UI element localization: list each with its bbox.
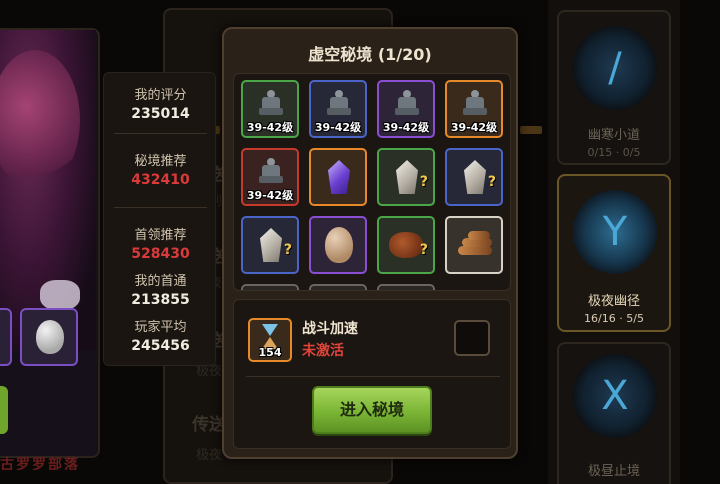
player-average-score: 玩家平均 245456 [104,319,217,355]
portal-progress-b: 0/5 [622,146,641,159]
statue-icon [259,158,283,184]
hero-green-button[interactable] [0,386,8,434]
score-stats-panel: 我的评分 235014 秘境推荐 432410 首领推荐 528430 我的首通… [103,72,216,366]
item-level: 39-42级 [382,121,430,134]
boost-status: 未激活 [302,343,344,359]
egg-icon [36,320,64,354]
portal-name: 幽寒小道 [587,128,640,143]
divider [114,133,207,134]
hero-item-slot[interactable] [0,308,12,366]
recommended-label: 秘境推荐 [134,154,187,169]
item-level: 39-42级 [314,121,362,134]
item-level: 39-42级 [450,121,498,134]
boss-recommended-value: 528430 [131,246,190,262]
my-first-clear-score: 我的首通 213855 [104,273,217,309]
egg-icon [325,227,353,263]
my-score: 我的评分 235014 [104,87,217,123]
portal-card[interactable]: X 极昼止境 [557,342,671,484]
reward-item[interactable]: 39-42级 [445,80,503,138]
boss-recommended-label: 首领推荐 [134,228,187,243]
reward-item[interactable]: 39-42级 [309,80,367,138]
divider [114,207,207,208]
statue-icon [463,90,487,116]
divider [246,376,500,377]
question-mark-icon: ? [419,174,428,190]
portal-card[interactable]: / 幽寒小道 0/15 · 0/5 [557,10,671,165]
player-average-label: 玩家平均 [134,320,187,335]
hero-caption: 古罗罗部落 [0,457,80,470]
question-mark-icon: ? [283,242,292,258]
hero-egg-slot[interactable] [20,308,78,366]
portal-card-selected[interactable]: Y 极夜幽径 16/16 · 5/5 [557,174,671,332]
boost-item-slot[interactable]: 154 [248,318,292,362]
portal-rune-icon: Y [602,209,628,255]
reward-item[interactable]: ? [445,148,503,206]
question-mark-icon: ? [487,174,496,190]
hero-hair [0,50,80,190]
portal-rune-icon: X [601,373,629,419]
reward-item[interactable]: ? [377,216,435,274]
recommended-score: 秘境推荐 432410 [104,153,217,189]
my-score-label: 我的评分 [134,88,187,103]
portal-progress-a: 0/15 [587,146,613,159]
boost-title: 战斗加速 [302,321,358,337]
question-mark-icon: ? [419,242,428,258]
portal-progress: 0/15 · 0/5 [587,146,641,159]
reward-item[interactable] [309,148,367,206]
my-first-clear-label: 我的首通 [134,274,187,289]
silver-crystal-icon [464,160,486,194]
reward-item[interactable]: 39-42级 [241,148,299,206]
reward-grid[interactable]: 39-42级 39-42级 39-42级 39-42级 39-42级 ? ? ?… [233,73,511,291]
violet-crystal-icon [328,160,350,194]
reward-item[interactable] [309,216,367,274]
my-first-clear-value: 213855 [131,292,190,308]
statue-icon [327,90,351,116]
statue-icon [395,90,419,116]
reward-item[interactable] [241,284,299,290]
portal-name: 极昼止境 [587,464,640,479]
silver-crystal-icon [260,228,282,262]
reward-item[interactable] [445,216,503,274]
recommended-value: 432410 [131,172,190,188]
statue-icon [259,90,283,116]
reward-item[interactable]: 39-42级 [241,80,299,138]
player-average-value: 245456 [131,338,190,354]
reward-item[interactable] [309,284,367,290]
reward-item[interactable]: 39-42级 [377,80,435,138]
hero-hand [40,280,80,310]
boost-count: 154 [258,346,282,359]
portal-rune-icon: / [608,45,622,91]
enter-realm-button[interactable]: 进入秘境 [312,386,432,434]
void-realm-dialog: 虚空秘境 (1/20) 39-42级 39-42级 39-42级 39-42级 … [222,27,518,459]
item-level: 39-42级 [246,121,294,134]
portal-progress-a: 16/16 [584,312,616,325]
reward-item[interactable]: ? [241,216,299,274]
hero-portrait [0,30,96,350]
portal-progress: 16/16 · 5/5 [584,312,644,325]
dialog-title: 虚空秘境 (1/20) [308,45,432,64]
reward-item[interactable]: ? [377,148,435,206]
boost-section: 154 战斗加速 未激活 进入秘境 [233,299,511,449]
item-level: 39-42级 [246,189,294,202]
stage-entry-sub: 极夜 [196,448,223,463]
portal-progress-b: 5/5 [626,312,644,325]
meat-icon [389,232,423,258]
stage-list-bar [520,126,542,134]
boss-recommended-score: 首领推荐 528430 [104,227,217,263]
silver-crystal-icon [396,160,418,194]
my-score-value: 235014 [131,106,190,122]
boost-checkbox[interactable] [454,320,490,356]
logs-icon [456,231,494,258]
stage-entry-title: 传送 [192,415,226,435]
portal-name: 极夜幽径 [587,294,640,309]
reward-item[interactable] [377,284,435,290]
